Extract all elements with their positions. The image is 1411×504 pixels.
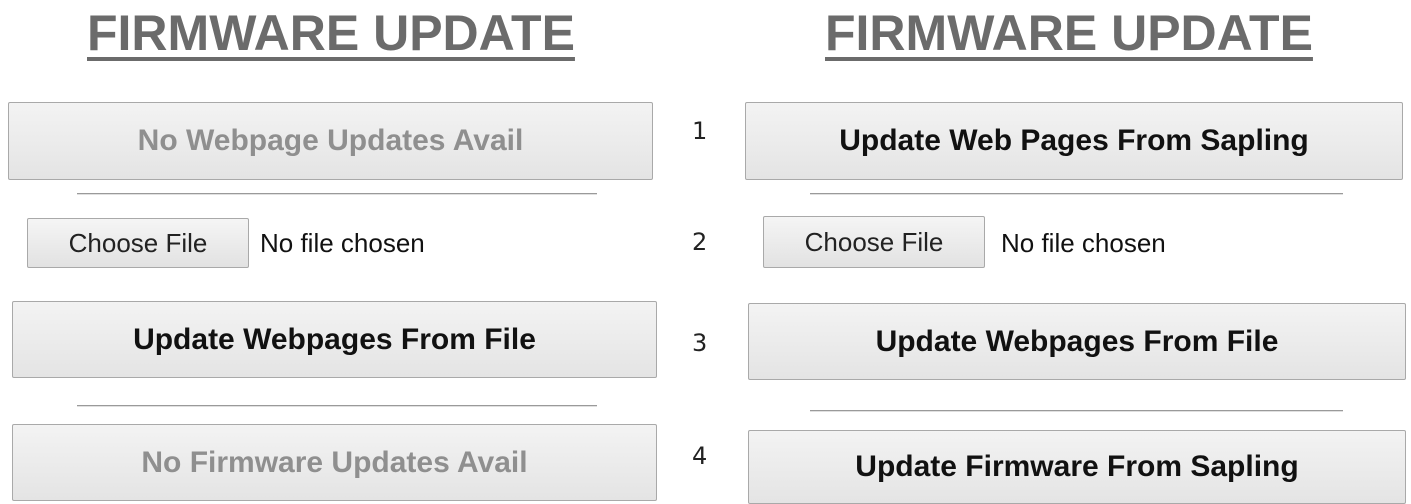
left-no-webpage-updates-button[interactable]: No Webpage Updates Avail [8,102,653,180]
right-choose-file-button[interactable]: Choose File [763,216,985,268]
step-number-4: 4 [692,442,708,470]
right-divider-2 [810,410,1343,412]
right-file-status: No file chosen [1001,228,1166,258]
step-number-3: 3 [692,329,708,357]
right-page-title: FIRMWARE UPDATE [825,5,1313,61]
step-number-1: 1 [692,117,708,145]
right-divider-1 [810,193,1343,195]
left-no-firmware-updates-button[interactable]: No Firmware Updates Avail [12,424,657,501]
right-update-webpages-from-file-button[interactable]: Update Webpages From File [748,303,1406,380]
right-update-firmware-from-sapling-button[interactable]: Update Firmware From Sapling [748,430,1406,504]
left-page-title: FIRMWARE UPDATE [87,5,575,61]
left-divider-1 [77,193,597,195]
right-update-web-pages-from-sapling-button[interactable]: Update Web Pages From Sapling [745,102,1403,180]
step-number-2: 2 [692,228,708,256]
left-choose-file-button[interactable]: Choose File [27,218,249,268]
left-divider-2 [77,405,597,407]
left-file-status: No file chosen [260,228,425,258]
left-update-webpages-from-file-button[interactable]: Update Webpages From File [12,301,657,378]
